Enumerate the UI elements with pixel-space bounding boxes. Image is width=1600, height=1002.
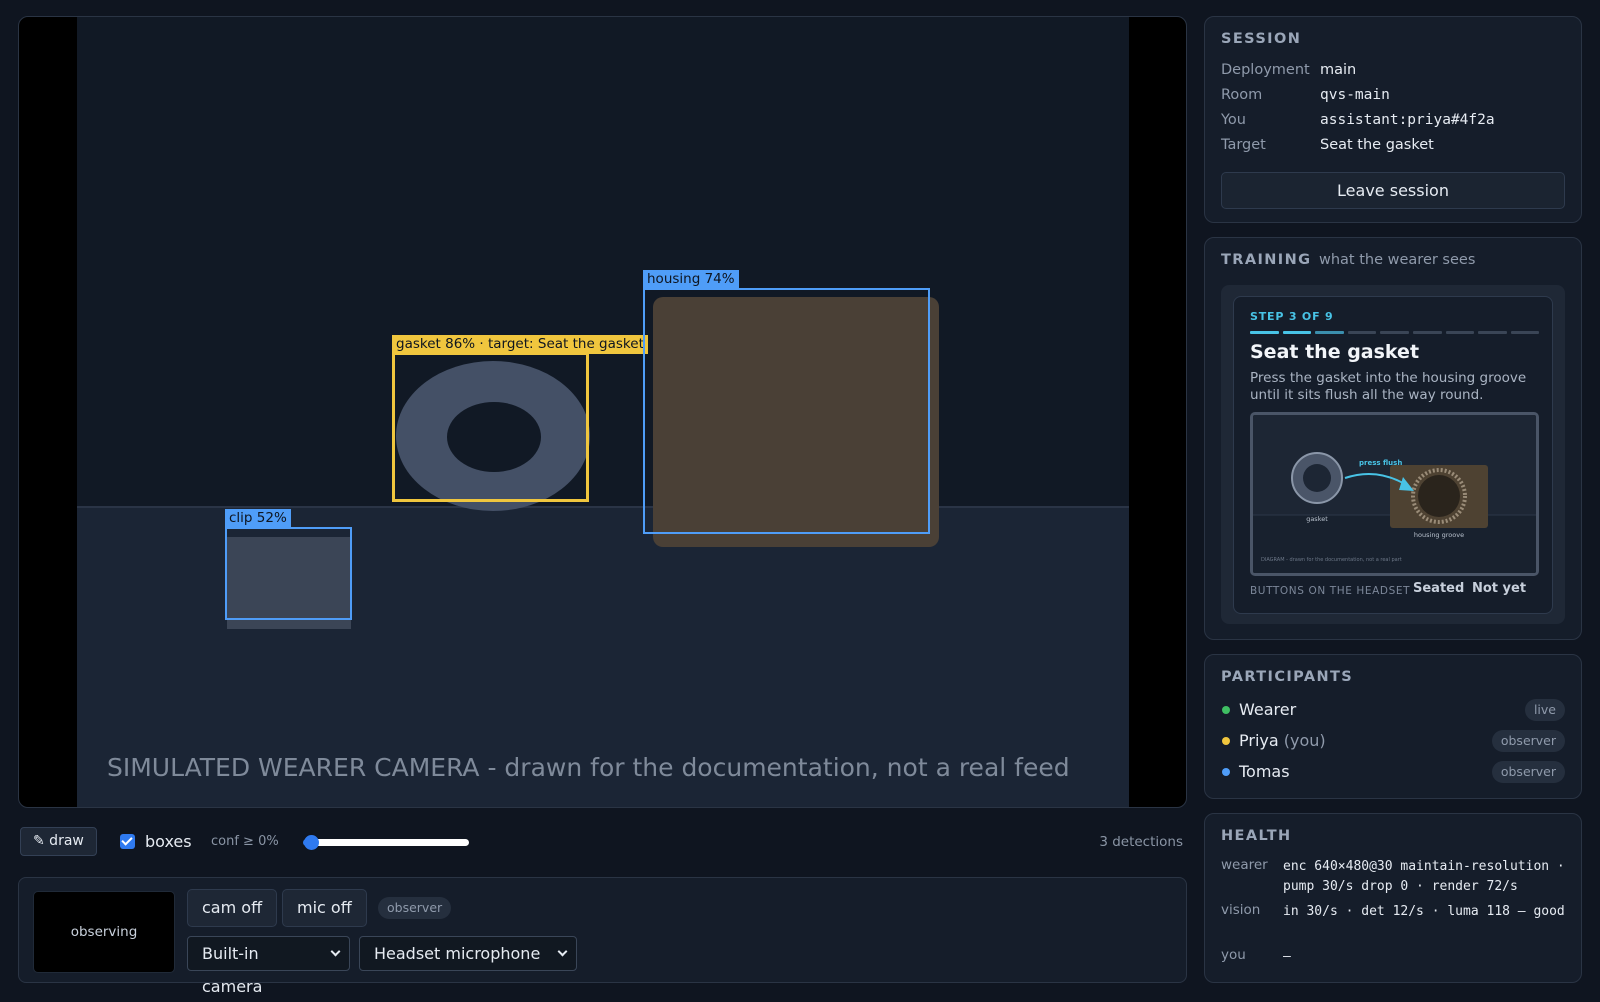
mic-off-button[interactable]: mic off xyxy=(282,889,367,927)
training-title: TRAINING xyxy=(1221,252,1312,268)
step-progress xyxy=(1250,331,1540,334)
status-dot-icon xyxy=(1222,706,1230,714)
participant-name: Wearer xyxy=(1239,700,1296,719)
participant-suffix: (you) xyxy=(1278,731,1326,750)
participants-card: PARTICIPANTS Wearer live Priya (you) obs… xyxy=(1204,654,1582,799)
feed-caption: SIMULATED WEARER CAMERA - drawn for the … xyxy=(107,753,1070,782)
diagram-housing-label: housing groove xyxy=(1414,531,1464,539)
detection-box-gasket[interactable]: gasket 86% · target: Seat the gasket xyxy=(392,335,648,502)
session-key: Target xyxy=(1221,137,1266,153)
session-key: You xyxy=(1221,112,1246,128)
health-value: enc 640×480@30 maintain-resolution · pum… xyxy=(1283,859,1565,894)
session-value: Seat the gasket xyxy=(1320,137,1434,153)
step-progress-segment xyxy=(1380,331,1409,334)
slider-thumb[interactable] xyxy=(304,835,319,850)
diagram-footer: DIAGRAM - drawn for the documentation, n… xyxy=(1261,557,1402,563)
boxes-toggle[interactable]: boxes xyxy=(120,832,192,851)
boxes-checkbox[interactable] xyxy=(120,834,135,849)
participant-name-text: Priya xyxy=(1239,731,1279,750)
step-diagram: press flush gasket housing groove DIAGRA… xyxy=(1250,412,1539,576)
video-toolbar: ✎ draw boxes conf ≥ 0% 3 detections xyxy=(18,827,1187,857)
headset-buttons-label: BUTTONS ON THE HEADSET xyxy=(1250,585,1411,597)
step-body: Press the gasket into the housing groove… xyxy=(1250,370,1527,403)
health-key: you xyxy=(1221,947,1246,963)
wearer-camera-feed: gasket 86% · target: Seat the gasket hou… xyxy=(77,17,1129,807)
health-key: wearer xyxy=(1221,857,1268,873)
camera-select-value: Built-in camera xyxy=(202,944,263,996)
step-title: Seat the gasket xyxy=(1250,341,1420,363)
participant-row: Wearer live xyxy=(1221,698,1565,722)
slider-track[interactable] xyxy=(311,839,469,846)
diagram-gasket-label: gasket xyxy=(1306,515,1328,523)
self-preview: observing xyxy=(33,891,175,973)
participant-name-text: Tomas xyxy=(1239,762,1290,781)
health-card: HEALTH wearer enc 640×480@30 maintain-re… xyxy=(1204,813,1582,983)
step-counter: STEP 3 OF 9 xyxy=(1250,310,1334,323)
step-progress-segment xyxy=(1510,331,1540,334)
diagram-groove-center xyxy=(1418,475,1460,517)
participant-role-badge: observer xyxy=(1491,761,1565,783)
step-progress-segment xyxy=(1445,331,1475,334)
step-progress-segment xyxy=(1250,331,1279,334)
step-progress-segment xyxy=(1315,331,1344,334)
training-subtitle: what the wearer sees xyxy=(1319,252,1476,268)
participants-title: PARTICIPANTS xyxy=(1221,669,1354,685)
session-value: main xyxy=(1320,62,1357,78)
participant-name-text: Wearer xyxy=(1239,700,1297,719)
session-key: Deployment xyxy=(1221,62,1310,78)
step-progress-segment xyxy=(1347,331,1377,334)
session-card: SESSION Deployment main Room qvs-main Yo… xyxy=(1204,16,1582,223)
step-progress-segment xyxy=(1412,331,1442,334)
wearer-view-preview: STEP 3 OF 9 Seat the gasket Press the ga… xyxy=(1221,285,1565,624)
wearer-video-frame: gasket 86% · target: Seat the gasket hou… xyxy=(18,16,1187,808)
session-value: assistant:priya#4f2a xyxy=(1320,112,1495,128)
health-title: HEALTH xyxy=(1221,828,1292,844)
diagram-svg: press flush gasket housing groove DIAGRA… xyxy=(1253,415,1536,573)
participant-role-badge: observer xyxy=(1491,730,1565,752)
detection-label-gasket: gasket 86% · target: Seat the gasket xyxy=(392,335,648,354)
self-preview-status: observing xyxy=(70,924,138,940)
role-badge: observer xyxy=(378,897,452,919)
session-value: qvs-main xyxy=(1320,87,1390,103)
detection-box-clip[interactable]: clip 52% xyxy=(225,509,352,620)
detection-count: 3 detections xyxy=(1099,834,1183,850)
microphone-select[interactable]: Headset microphone xyxy=(359,936,577,971)
chevron-down-icon xyxy=(330,946,341,957)
confidence-slider[interactable] xyxy=(303,835,469,850)
headset-button-seated[interactable]: Seated xyxy=(1413,581,1464,596)
diagram-gasket-hole xyxy=(1303,464,1331,492)
camera-select[interactable]: Built-in camera xyxy=(187,936,350,996)
step-card: STEP 3 OF 9 Seat the gasket Press the ga… xyxy=(1233,296,1553,614)
health-value: in 30/s · det 12/s · luma 118 — good xyxy=(1283,904,1565,919)
diagram-arrow-label: press flush xyxy=(1359,459,1402,467)
leave-session-button[interactable]: Leave session xyxy=(1221,172,1565,209)
health-key: vision xyxy=(1221,902,1261,918)
participant-name: Priya (you) xyxy=(1239,731,1326,750)
local-media-panel: observing cam off mic off observer Built… xyxy=(18,877,1187,996)
headset-button-not-yet[interactable]: Not yet xyxy=(1472,581,1526,596)
detection-label-housing: housing 74% xyxy=(643,270,739,289)
status-dot-icon xyxy=(1222,737,1230,745)
participant-row: Tomas observer xyxy=(1221,760,1565,784)
boxes-label: boxes xyxy=(145,832,192,851)
microphone-select-value: Headset microphone xyxy=(374,944,541,963)
session-key: Room xyxy=(1221,87,1263,103)
status-dot-icon xyxy=(1222,768,1230,776)
training-card: TRAINING what the wearer sees STEP 3 OF … xyxy=(1204,237,1582,640)
step-progress-segment xyxy=(1478,331,1507,334)
detection-label-clip: clip 52% xyxy=(225,509,291,528)
participant-row: Priya (you) observer xyxy=(1221,729,1565,753)
confidence-label: conf ≥ 0% xyxy=(211,834,279,849)
step-progress-segment xyxy=(1282,331,1312,334)
session-title: SESSION xyxy=(1221,31,1302,47)
participant-name: Tomas xyxy=(1239,762,1290,781)
health-value: — xyxy=(1283,949,1291,964)
cam-off-button[interactable]: cam off xyxy=(187,889,278,927)
chevron-down-icon xyxy=(557,946,568,957)
draw-button[interactable]: ✎ draw xyxy=(20,827,97,856)
detection-box-housing[interactable]: housing 74% xyxy=(643,270,930,534)
participant-role-badge: live xyxy=(1524,699,1565,721)
